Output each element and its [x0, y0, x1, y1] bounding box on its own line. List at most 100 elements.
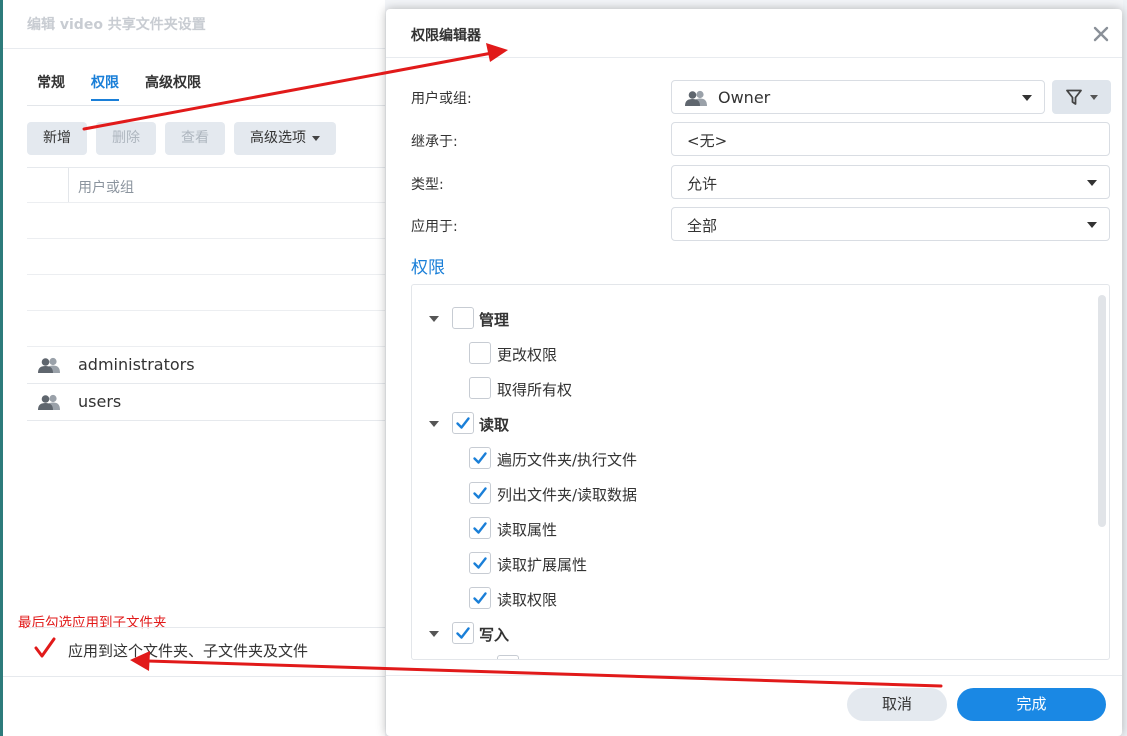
user-or-group-value: Owner: [718, 88, 771, 107]
column-header-user-or-group: 用户或组: [78, 180, 134, 196]
permission-read-permissions: 读取权限: [469, 587, 769, 611]
caret-down-icon: [1022, 95, 1032, 101]
permission-group-read: 读取: [429, 412, 729, 436]
row-divider: [27, 310, 385, 311]
apply-subfolders-checkbox[interactable]: [33, 636, 57, 660]
check-icon: [456, 627, 470, 639]
advanced-options-button[interactable]: 高级选项: [234, 122, 336, 155]
check-icon: [473, 557, 487, 569]
inherit-from-field: <无>: [671, 122, 1110, 156]
tab-general[interactable]: 常规: [37, 72, 65, 101]
caret-down-icon: [312, 135, 320, 141]
list-header: 用户或组: [27, 167, 385, 203]
row-divider: [27, 238, 385, 239]
title-divider: [3, 48, 385, 49]
apply-subfolders-label[interactable]: 应用到这个文件夹、子文件夹及文件: [68, 640, 308, 661]
caret-down-icon: [1087, 222, 1097, 228]
permission-take-ownership: 取得所有权: [469, 377, 769, 401]
permission-label: 写入: [479, 626, 510, 644]
checkbox-write[interactable]: [452, 622, 474, 644]
filter-button[interactable]: [1052, 80, 1111, 114]
checkbox-read-permissions[interactable]: [469, 587, 491, 609]
annotation-note: 最后勾选应用到子文件夹: [18, 615, 167, 631]
permission-label: 读取权限: [497, 591, 558, 609]
type-label: 类型:: [411, 177, 444, 193]
expand-triangle-icon[interactable]: [429, 316, 439, 322]
checkbox-change-permissions[interactable]: [469, 342, 491, 364]
caret-down-icon: [1087, 180, 1097, 186]
permissions-section-title: 权限: [411, 258, 445, 278]
view-button[interactable]: 查看: [165, 122, 225, 155]
window-edge-right: [1123, 0, 1127, 736]
advanced-options-label: 高级选项: [250, 130, 306, 146]
check-icon: [473, 592, 487, 604]
list-item-users[interactable]: users: [27, 384, 385, 421]
apply-to-select[interactable]: 全部: [671, 207, 1110, 241]
user-group-icon: [38, 394, 60, 410]
section-divider: [27, 627, 385, 628]
permission-label: 取得所有权: [497, 381, 573, 399]
checkbox-traverse-execute[interactable]: [469, 447, 491, 469]
expand-triangle-icon[interactable]: [429, 631, 439, 637]
permission-label: 读取扩展属性: [497, 556, 588, 574]
permission-editor-dialog: 权限编辑器 用户或组: Owner 继承于: <无> 类型: 允许 应用于: 全…: [386, 9, 1122, 736]
list-item-name: users: [78, 392, 122, 411]
permission-label: 列出文件夹/读取数据: [497, 486, 638, 504]
permission-group-write: 写入: [429, 622, 729, 646]
permission-label: 读取属性: [497, 521, 558, 539]
list-item-administrators[interactable]: administrators: [27, 347, 385, 384]
permission-group-manage: 管理: [429, 307, 729, 331]
permission-change-permissions: 更改权限: [469, 342, 769, 366]
permission-label: 读取: [479, 416, 510, 434]
tab-advanced-permissions[interactable]: 高级权限: [145, 72, 201, 101]
list-item-name: administrators: [78, 355, 195, 374]
filter-icon: [1066, 89, 1082, 105]
check-icon: [473, 487, 487, 499]
type-select[interactable]: 允许: [671, 165, 1110, 199]
add-button[interactable]: 新增: [27, 122, 87, 155]
permission-label: 更改权限: [497, 346, 558, 364]
window-title: 编辑 video 共享文件夹设置: [27, 17, 206, 33]
scrollbar[interactable]: [1098, 295, 1106, 527]
checkbox-take-ownership[interactable]: [469, 377, 491, 399]
shared-folder-settings-window: 编辑 video 共享文件夹设置 常规 权限 高级权限 新增 删除 查看 高级选…: [3, 0, 385, 736]
user-group-icon: [685, 90, 707, 106]
checkbox-partially-hidden: [497, 655, 519, 659]
checkbox-list-read-data[interactable]: [469, 482, 491, 504]
permission-label: 遍历文件夹/执行文件: [497, 451, 638, 469]
user-or-group-select[interactable]: Owner: [671, 80, 1045, 114]
column-divider: [68, 168, 69, 202]
permission-tree: 管理 更改权限 取得所有权 读取 遍历文件夹/执行文件 列出文件夹/读取数据 读…: [411, 284, 1110, 660]
permission-read-attributes: 读取属性: [469, 517, 769, 541]
delete-button[interactable]: 删除: [96, 122, 156, 155]
expand-triangle-icon[interactable]: [429, 421, 439, 427]
checkbox-read-extended-attributes[interactable]: [469, 552, 491, 574]
user-group-icon: [38, 357, 60, 373]
caret-down-icon: [1090, 95, 1098, 100]
done-button[interactable]: 完成: [957, 688, 1106, 721]
check-icon: [456, 417, 470, 429]
user-or-group-label: 用户或组:: [411, 91, 472, 107]
settings-tabs: 常规 权限 高级权限: [37, 72, 201, 101]
permission-label: 管理: [479, 311, 510, 329]
type-value: 允许: [687, 175, 718, 193]
permission-toolbar: 新增 删除 查看 高级选项: [27, 122, 336, 155]
apply-to-value: 全部: [687, 217, 718, 235]
apply-to-label: 应用于:: [411, 219, 458, 235]
permission-traverse-execute: 遍历文件夹/执行文件: [469, 447, 769, 471]
close-icon[interactable]: [1091, 24, 1111, 44]
checkbox-read[interactable]: [452, 412, 474, 434]
footer-divider: [3, 676, 385, 677]
inherit-from-value: <无>: [687, 132, 728, 150]
tab-permissions[interactable]: 权限: [91, 72, 119, 101]
cancel-button[interactable]: 取消: [847, 688, 947, 721]
checkbox-manage[interactable]: [452, 307, 474, 329]
permission-read-extended-attributes: 读取扩展属性: [469, 552, 769, 576]
dialog-title: 权限编辑器: [411, 28, 481, 44]
tabs-divider: [27, 105, 385, 106]
checkbox-read-attributes[interactable]: [469, 517, 491, 539]
permission-list-read-data: 列出文件夹/读取数据: [469, 482, 769, 506]
check-icon: [473, 522, 487, 534]
footer-divider: [386, 675, 1122, 676]
row-divider: [27, 274, 385, 275]
